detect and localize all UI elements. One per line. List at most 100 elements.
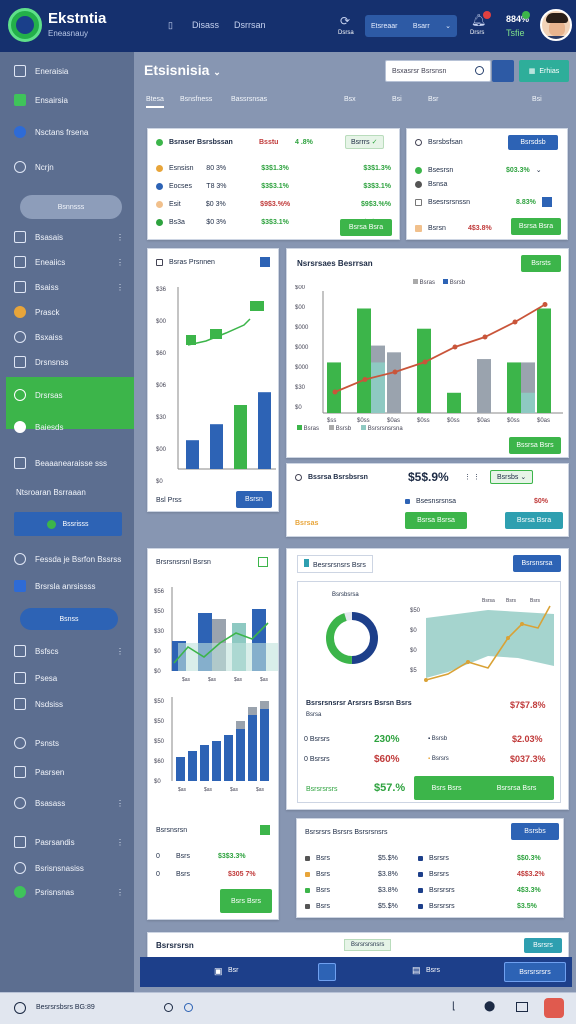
bar [200, 745, 209, 781]
sidebar-item-7[interactable]: Eneaiics ⋮ [0, 251, 134, 273]
sidebar-secondary-button[interactable]: Bsnss [20, 608, 118, 630]
arrow-down-icon: ⌄ [535, 167, 542, 174]
power-icon[interactable] [14, 1002, 26, 1014]
sidebar-item-18[interactable]: Brsrsla anrsissss [0, 575, 134, 597]
x-tick-label: $0as [477, 418, 490, 424]
search-button[interactable] [492, 60, 514, 82]
stats-action-button[interactable]: Bsrsa Bsra [340, 219, 392, 236]
point [520, 622, 524, 626]
sidebar-item-26[interactable]: Pasrsandis ⋮ [0, 831, 134, 853]
chart-button[interactable]: Bsrsn [236, 491, 272, 508]
toolbar-button[interactable]: Bsrsrsrsrs [504, 962, 566, 982]
tab-7[interactable]: Bsi [532, 96, 542, 103]
cursor-icon[interactable]: ⌊ [452, 1001, 456, 1012]
checkbox-icon[interactable] [541, 197, 552, 207]
sidebar-item-27[interactable]: Bsrisnsnasiss [0, 857, 134, 879]
tab-4[interactable]: Bsx [344, 96, 356, 103]
more-icon[interactable]: ⋮ [116, 799, 124, 808]
sidebar-item-2[interactable]: Ensairsia [0, 89, 134, 111]
center-icon-button[interactable] [318, 963, 336, 981]
sidebar-item-1[interactable]: Eneraisia [0, 60, 134, 82]
sidebar-item-8[interactable]: Bsaiss ⋮ [0, 276, 134, 298]
sidebar-item-20[interactable]: Bsfscs ⋮ [0, 640, 134, 662]
pin-icon[interactable]: ⬤ [484, 1001, 495, 1012]
profile-action-button[interactable]: Bsrsa Bsra [511, 218, 561, 235]
menu-link-2[interactable]: Dsrrsan [234, 20, 266, 30]
more-icon[interactable]: ⋮ [116, 888, 124, 897]
table-row: Bsrs $3.8% Bsrsrsrs 4$3.3% [305, 883, 555, 897]
sidebar-item-10[interactable]: Bsxaiss [0, 326, 134, 348]
leaf-icon [14, 886, 26, 898]
action-button[interactable]: ▦ Erhias [519, 60, 569, 82]
sidebar-item-23[interactable]: Psnsts [0, 732, 134, 754]
sidebar-item-11[interactable]: Drsnsnss [0, 351, 134, 373]
more-icon[interactable]: ⋮ [116, 838, 124, 847]
more-icon[interactable]: ⋮ [116, 283, 124, 292]
y-tick-label: $00 [295, 305, 306, 311]
combo-footer-button[interactable]: Bssrsa Bsrs [509, 437, 561, 454]
metrics-badge[interactable]: Bsrsbs ⌄ [490, 470, 534, 484]
sidebar-pill-button[interactable]: Bsnnsss [20, 195, 122, 219]
refresh-icon[interactable]: ⟳ [340, 14, 350, 28]
sidebar-item-25[interactable]: Bsasass ⋮ [0, 792, 134, 814]
search-input[interactable]: Bsxasrsr Bsrsnsn [385, 60, 491, 82]
combo-button[interactable]: Bsrsts [521, 255, 561, 272]
bottom-card: Bsrsrsrsn Bsrsrsrsnsrs Bsrsrs [147, 932, 569, 960]
expand-icon[interactable] [260, 257, 270, 267]
mini-card-button[interactable]: Bsrs Bsrs [220, 889, 272, 913]
y-tick-label: $50 [154, 719, 165, 725]
sidebar-item-17[interactable]: Fessda je Bsrfon Bssrss [0, 548, 134, 570]
close-icon[interactable] [544, 998, 564, 1018]
metrics-button-1[interactable]: Bsrsa Bsrsa [405, 512, 467, 529]
sidebar-item-22[interactable]: Nsdsiss [0, 693, 134, 715]
metrics-button-2[interactable]: Bsrsa Bsra [505, 512, 563, 529]
brand-logo-icon[interactable] [8, 8, 42, 42]
sidebar-item-9[interactable]: Prasck [0, 301, 134, 323]
sidebar-item-21[interactable]: Psesa [0, 667, 134, 689]
sidebar-item-3[interactable]: Nsctans frsena [0, 121, 134, 143]
sidebar-item-label: Pasrsandis [35, 837, 75, 847]
dropdown-button[interactable]: Etsreaar Bsarr ⌄ [365, 15, 457, 37]
user-avatar[interactable] [540, 9, 572, 41]
sidebar-item-4[interactable]: Ncrjn [0, 156, 134, 178]
sidebar-item-28[interactable]: Psrisnsnas ⋮ [0, 881, 134, 903]
bottom-badge: Bsrsrsrsnsrs [344, 939, 392, 951]
clock-icon [415, 138, 422, 146]
donut-footer-button[interactable]: Bsrs Bsrs Bsrsrsa Bsrs [414, 776, 554, 800]
table-button[interactable]: Bsrsbs [511, 823, 559, 840]
search-icon[interactable] [475, 66, 484, 75]
clock-icon[interactable] [164, 1003, 173, 1012]
info-icon[interactable] [184, 1003, 193, 1012]
profile-button[interactable]: Bsrsdsb [508, 134, 558, 150]
bottom-button[interactable]: Bsrsrs [524, 938, 562, 953]
checkbox-icon[interactable] [258, 557, 268, 567]
top-bar [250, 301, 264, 311]
sidebar-item-24[interactable]: Pasrsen [0, 761, 134, 783]
tab-6[interactable]: Bsr [428, 96, 439, 103]
donut-and-area-chart: $50 $0 $0 $5 Bsrsa Bsrs Bsrs [326, 598, 554, 682]
tab-2[interactable]: Bsnsfness [180, 96, 212, 103]
tab-3[interactable]: Bassrsnsas [231, 96, 267, 103]
sidebar-item-label: Pasrsen [35, 767, 65, 777]
more-icon[interactable]: ⋮ [116, 647, 124, 656]
tab-5[interactable]: Bsi [392, 96, 402, 103]
more-icon[interactable]: ⋮ [116, 233, 124, 242]
menu-icon[interactable]: ▯ [168, 20, 173, 31]
add-icon[interactable] [260, 825, 270, 835]
folder-icon[interactable]: ▤ [412, 965, 421, 976]
monitor-icon[interactable]: ▣ [214, 966, 223, 977]
window-icon[interactable] [516, 1002, 528, 1012]
donut-button[interactable]: Bsrsnsrsa [513, 555, 561, 572]
sidebar-item-14[interactable]: Beaaanearaisse sss [0, 452, 134, 474]
sidebar-primary-button[interactable]: Bssrisss [14, 512, 122, 536]
sidebar-item-6[interactable]: Bsasais ⋮ [0, 226, 134, 248]
bookmark-icon [14, 862, 26, 874]
sidebar-item-13[interactable]: Baiesds [0, 416, 134, 438]
more-icon[interactable]: ⋮ [116, 258, 124, 267]
sidebar-item-12[interactable]: Drsrsas [0, 384, 134, 406]
tab-1[interactable]: Btesa [146, 96, 164, 108]
gear-icon [14, 306, 26, 318]
y-tick-label: $30 [156, 415, 167, 421]
menu-link-1[interactable]: Disass [192, 20, 219, 30]
folder-icon [14, 457, 26, 469]
